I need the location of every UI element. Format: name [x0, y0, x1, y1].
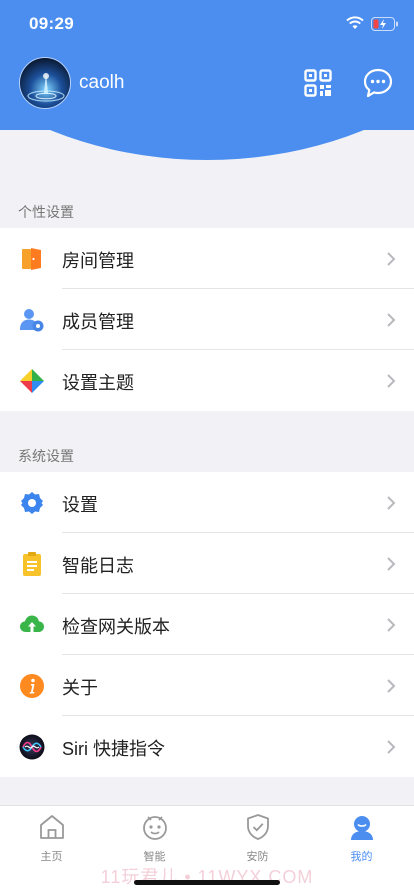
- status-bar: 09:29: [0, 0, 414, 50]
- chevron-right-icon: [387, 740, 396, 754]
- battery-icon: [371, 17, 398, 31]
- members-icon: [20, 309, 44, 332]
- shield-icon: [246, 814, 269, 840]
- avatar-image: [20, 58, 70, 108]
- section-header-system: 系统设置: [18, 448, 74, 464]
- chevron-right-icon: [387, 496, 396, 510]
- status-time: 09:29: [29, 14, 74, 33]
- menu-item-room-management[interactable]: 房间管理: [0, 228, 414, 289]
- chevron-right-icon: [387, 679, 396, 693]
- wifi-icon: [346, 16, 364, 29]
- menu-item-label: 设置: [62, 495, 98, 515]
- profile-icon: [350, 816, 373, 840]
- watermark: 11玩君儿 • 11WYX.COM: [100, 867, 314, 887]
- menu-item-label: 智能日志: [62, 556, 134, 576]
- tab-label: 我的: [350, 851, 373, 863]
- siri-icon: [19, 734, 45, 760]
- menu-item-check-gateway-version[interactable]: 检查网关版本: [0, 594, 414, 655]
- cloud-upload-icon: [20, 615, 44, 634]
- tab-label: 主页: [40, 851, 63, 863]
- menu-item-label: 成员管理: [62, 312, 134, 332]
- clipboard-icon: [23, 552, 41, 576]
- info-icon: [20, 674, 44, 698]
- home-icon: [39, 815, 64, 839]
- menu-item-label: Siri 快捷指令: [62, 739, 165, 759]
- chevron-right-icon: [387, 313, 396, 327]
- menu-item-about[interactable]: 关于: [0, 655, 414, 716]
- door-icon: [22, 248, 41, 270]
- tab-mine[interactable]: 我的: [310, 813, 413, 873]
- menu-item-label: 设置主题: [62, 373, 134, 393]
- message-icon[interactable]: [362, 67, 394, 99]
- personal-settings-list: 房间管理 成员管理 设置主题: [0, 228, 414, 411]
- home-indicator: [134, 880, 280, 885]
- menu-item-settings[interactable]: 设置: [0, 472, 414, 533]
- username[interactable]: caolh: [79, 72, 124, 94]
- tab-home[interactable]: 主页: [0, 813, 103, 873]
- chevron-right-icon: [387, 252, 396, 266]
- menu-item-smart-log[interactable]: 智能日志: [0, 533, 414, 594]
- section-header-personal: 个性设置: [18, 204, 74, 220]
- robot-icon: [142, 816, 167, 840]
- menu-item-set-theme[interactable]: 设置主题: [0, 350, 414, 411]
- system-settings-list: 设置 智能日志 检查网关版本 关于 Siri 快捷指令: [0, 472, 414, 777]
- menu-item-member-management[interactable]: 成员管理: [0, 289, 414, 350]
- chevron-right-icon: [387, 557, 396, 571]
- avatar[interactable]: [19, 57, 71, 109]
- gear-icon: [21, 492, 43, 514]
- theme-icon: [20, 369, 44, 393]
- menu-item-siri-shortcuts[interactable]: Siri 快捷指令: [0, 716, 414, 777]
- tab-label: 智能: [143, 851, 166, 863]
- chevron-right-icon: [387, 374, 396, 388]
- qr-code-icon[interactable]: [304, 69, 332, 97]
- menu-item-label: 房间管理: [62, 251, 134, 271]
- menu-item-label: 检查网关版本: [62, 617, 170, 637]
- menu-item-label: 关于: [62, 678, 98, 698]
- chevron-right-icon: [387, 618, 396, 632]
- tab-label: 安防: [246, 851, 269, 863]
